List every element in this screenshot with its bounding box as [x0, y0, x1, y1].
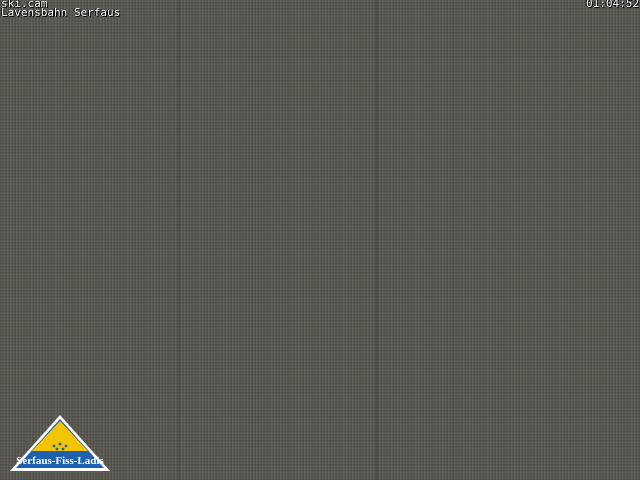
timestamp: 01:04:52 — [586, 0, 639, 10]
sensor-streak — [376, 0, 378, 480]
logo-text: Serfaus-Fiss-Ladis — [16, 455, 104, 467]
sensor-streak — [56, 0, 57, 480]
location-label: Lavensbahn Serfaus — [1, 6, 121, 19]
sensor-streak — [178, 0, 180, 480]
sensor-streak — [252, 0, 253, 480]
webcam-frame: ski.cam Lavensbahn Serfaus 01:04:52 Serf… — [0, 0, 640, 480]
serfaus-fiss-ladis-logo: Serfaus-Fiss-Ladis — [8, 413, 112, 473]
sensor-streak — [452, 0, 453, 480]
